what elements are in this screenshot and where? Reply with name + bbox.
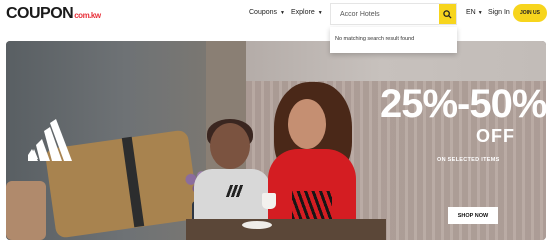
chevron-down-icon: ▼ (317, 9, 323, 16)
no-results-message: No matching search result found (335, 36, 415, 42)
site-header: COUPON com.kw Coupons ▼ Explore ▼ EN ▼ S… (0, 0, 550, 30)
discount-headline: 25%-50% (380, 82, 546, 126)
promo-subtitle: ON SELECTED ITEMS (437, 157, 500, 163)
logo-text: COUPON (6, 5, 74, 22)
shop-now-button[interactable]: SHOP NOW (448, 207, 498, 224)
language-selector[interactable]: EN ▼ (466, 9, 483, 16)
nav-coupons-label: Coupons (249, 9, 278, 16)
search-bar (330, 3, 457, 25)
logo-domain: com.kw (74, 11, 101, 20)
site-logo[interactable]: COUPON com.kw (6, 6, 101, 24)
search-button[interactable] (439, 4, 456, 24)
chevron-down-icon: ▼ (280, 9, 285, 16)
search-icon (443, 9, 452, 19)
search-input[interactable] (331, 4, 441, 24)
language-label: EN (466, 9, 476, 16)
nav-explore[interactable]: Explore ▼ (291, 9, 323, 16)
adidas-logo-icon (28, 119, 72, 161)
discount-off-label: OFF (476, 126, 515, 146)
nav-explore-label: Explore (291, 9, 315, 16)
hero-banner[interactable]: 25%-50% OFF ON SELECTED ITEMS SHOP NOW (6, 41, 546, 240)
search-results-dropdown: No matching search result found (330, 27, 457, 53)
sign-in-link[interactable]: Sign In (488, 9, 510, 16)
join-us-button[interactable]: JOIN US (513, 4, 547, 22)
chevron-down-icon: ▼ (477, 10, 483, 16)
nav-coupons[interactable]: Coupons ▼ (249, 9, 285, 16)
